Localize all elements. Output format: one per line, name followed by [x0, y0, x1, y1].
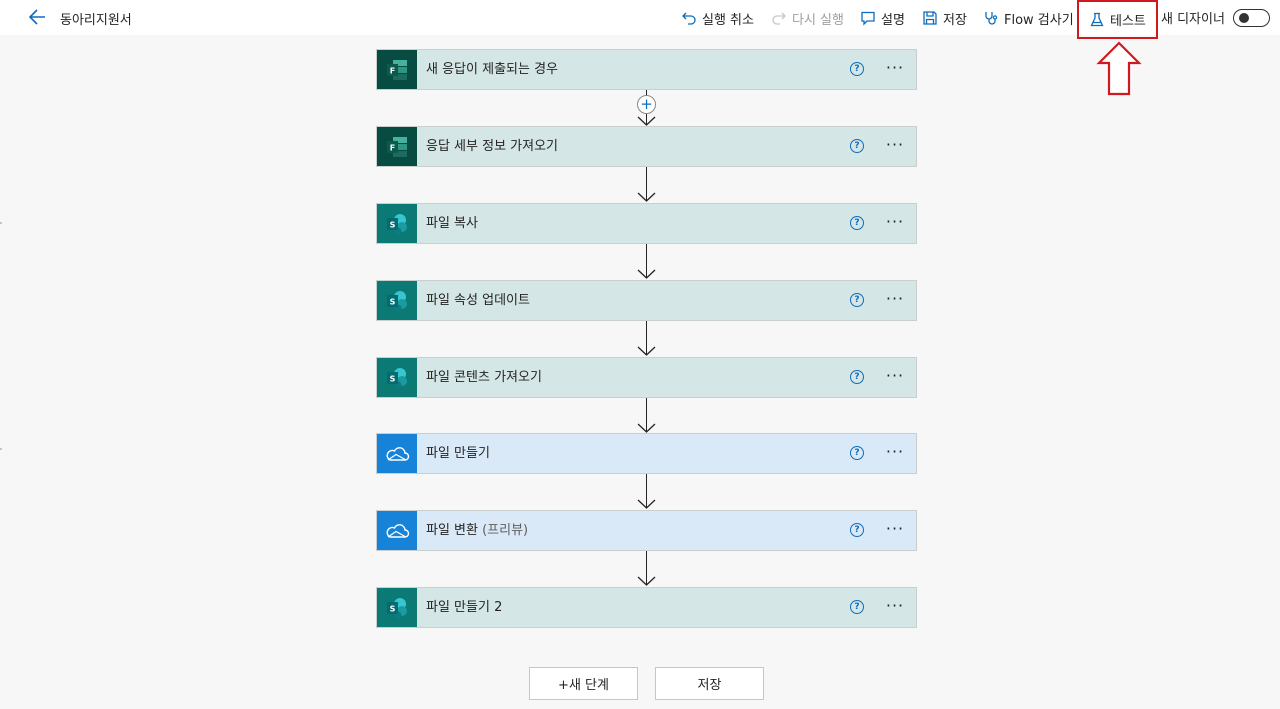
onedrive-icon	[377, 434, 417, 473]
help-icon[interactable]: ?	[850, 62, 864, 76]
help-icon[interactable]: ?	[850, 446, 864, 460]
help-icon[interactable]: ?	[850, 600, 864, 614]
footer-save-button[interactable]: 저장	[655, 667, 764, 700]
save-label: 저장	[943, 12, 967, 28]
svg-text:S: S	[390, 374, 396, 383]
flow-checker-button[interactable]: Flow 검사기	[983, 8, 1074, 28]
new-step-button[interactable]: +새 단계	[529, 667, 638, 700]
save-button[interactable]: 저장	[922, 8, 967, 28]
undo-icon	[682, 12, 696, 25]
more-options-button[interactable]: ···	[880, 434, 910, 473]
step-title: 파일 속성 업데이트	[426, 293, 530, 308]
comments-button[interactable]: 설명	[860, 8, 905, 28]
step-title: 파일 변환 (프리뷰)	[426, 523, 529, 538]
annotation-up-arrow-icon	[1096, 41, 1142, 96]
new-designer-toggle-group: 새 디자이너	[1161, 8, 1270, 27]
svg-text:F: F	[390, 143, 395, 152]
sharepoint-icon: S	[377, 588, 417, 627]
step-card-create-file-2[interactable]: S 파일 만들기 2 ? ···	[376, 587, 917, 628]
step-title: 파일 복사	[426, 216, 478, 231]
command-bar: 동아리지원서 실행 취소 다시 실행 설명 저장 Flow 검사기 테스트 새 …	[0, 0, 1280, 39]
redo-button[interactable]: 다시 실행	[771, 8, 844, 28]
canvas-edge-mark	[0, 222, 2, 224]
new-designer-label: 새 디자이너	[1161, 12, 1225, 27]
step-card-new-response-trigger[interactable]: F 새 응답이 제출되는 경우 ? ···	[376, 49, 917, 90]
test-label: 테스트	[1110, 14, 1146, 29]
step-title: 파일 만들기 2	[426, 600, 503, 615]
sharepoint-icon: S	[377, 204, 417, 243]
help-icon[interactable]: ?	[850, 370, 864, 384]
step-card-copy-file[interactable]: S 파일 복사 ? ···	[376, 203, 917, 244]
step-card-convert-file[interactable]: 파일 변환 (프리뷰) ? ···	[376, 510, 917, 551]
step-card-update-file-properties[interactable]: S 파일 속성 업데이트 ? ···	[376, 280, 917, 321]
undo-label: 실행 취소	[702, 12, 754, 28]
help-icon[interactable]: ?	[850, 293, 864, 307]
microsoft-forms-icon: F	[377, 127, 417, 166]
connector-arrowhead	[637, 346, 656, 356]
flow-checker-label: Flow 검사기	[1004, 12, 1074, 28]
connector-arrowhead	[637, 192, 656, 202]
step-title: 새 응답이 제출되는 경우	[426, 62, 558, 77]
svg-text:S: S	[390, 220, 396, 229]
toggle-knob	[1238, 12, 1249, 23]
more-options-button[interactable]: ···	[880, 511, 910, 550]
help-icon[interactable]: ?	[850, 139, 864, 153]
flow-title: 동아리지원서	[60, 13, 132, 28]
connector-arrowhead	[637, 576, 656, 586]
connector-arrowhead	[637, 499, 656, 509]
flask-icon	[1090, 12, 1104, 26]
step-card-get-file-content[interactable]: S 파일 콘텐츠 가져오기 ? ···	[376, 357, 917, 398]
more-options-button[interactable]: ···	[880, 358, 910, 397]
svg-text:S: S	[390, 297, 396, 306]
onedrive-icon	[377, 511, 417, 550]
undo-button[interactable]: 실행 취소	[681, 8, 754, 28]
step-card-create-file[interactable]: 파일 만들기 ? ···	[376, 433, 917, 474]
new-designer-toggle[interactable]	[1232, 8, 1270, 27]
redo-icon	[772, 12, 786, 25]
stethoscope-icon	[985, 12, 998, 25]
more-options-button[interactable]: ···	[880, 281, 910, 320]
comment-icon	[861, 11, 875, 26]
microsoft-forms-icon: F	[377, 50, 417, 89]
help-icon[interactable]: ?	[850, 216, 864, 230]
connector-arrowhead	[637, 269, 656, 279]
help-icon[interactable]: ?	[850, 523, 864, 537]
svg-text:F: F	[390, 66, 395, 75]
insert-step-button[interactable]: +	[637, 95, 656, 114]
more-options-button[interactable]: ···	[880, 127, 910, 166]
step-title: 응답 세부 정보 가져오기	[426, 139, 558, 154]
step-title: 파일 만들기	[426, 446, 490, 461]
sharepoint-icon: S	[377, 358, 417, 397]
more-options-button[interactable]: ···	[880, 588, 910, 627]
svg-text:S: S	[390, 604, 396, 613]
connector-arrowhead	[637, 423, 656, 433]
connector-arrowhead	[637, 116, 656, 126]
comments-label: 설명	[881, 12, 905, 28]
back-arrow-icon[interactable]	[26, 6, 50, 28]
save-icon	[923, 11, 937, 25]
more-options-button[interactable]: ···	[880, 50, 910, 89]
step-title: 파일 콘텐츠 가져오기	[426, 370, 542, 385]
preview-tag: (프리뷰)	[482, 523, 529, 538]
more-options-button[interactable]: ···	[880, 204, 910, 243]
step-card-get-response-details[interactable]: F 응답 세부 정보 가져오기 ? ···	[376, 126, 917, 167]
canvas-edge-mark	[0, 448, 2, 450]
redo-label: 다시 실행	[792, 12, 844, 28]
test-button[interactable]: 테스트	[1077, 0, 1158, 39]
sharepoint-icon: S	[377, 281, 417, 320]
